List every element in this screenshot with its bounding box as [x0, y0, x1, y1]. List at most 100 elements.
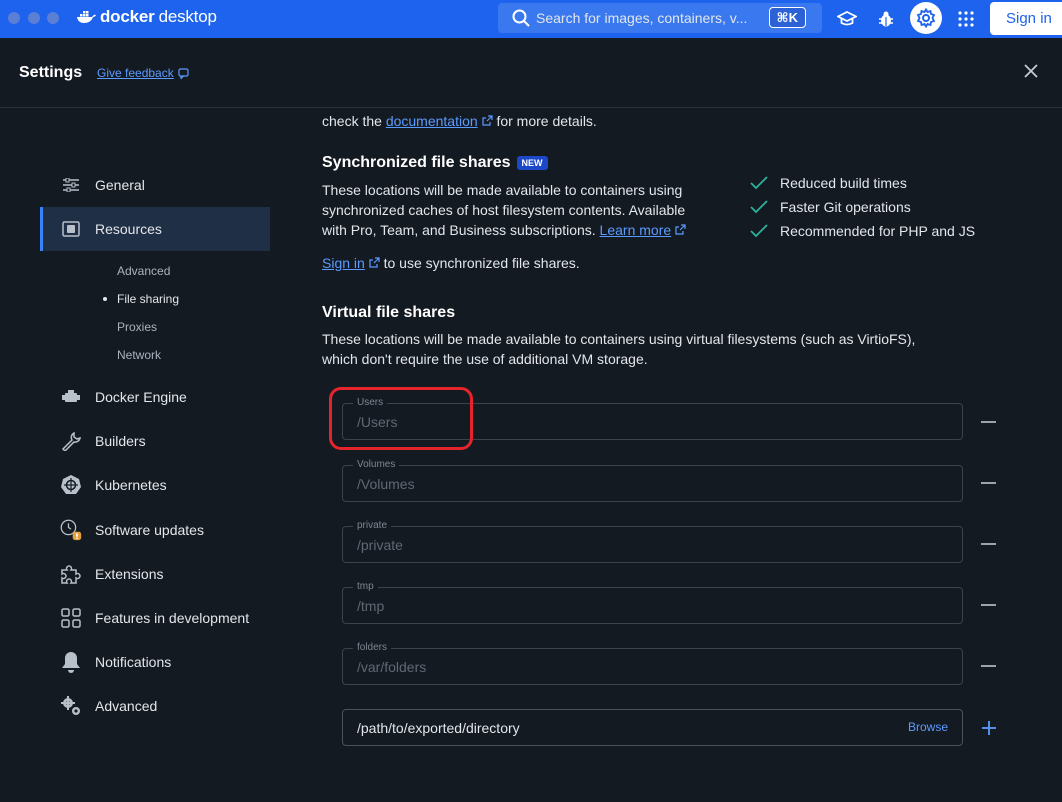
- search-bar[interactable]: Search for images, containers, v... ⌘K: [498, 3, 822, 33]
- sync-title: Synchronized file shares: [322, 154, 511, 171]
- share-label: tmp: [353, 581, 378, 592]
- bug-icon: [879, 11, 893, 27]
- title-bar: docker desktop Search for images, contain…: [0, 0, 1062, 38]
- sidebar-item-label: Software updates: [95, 522, 204, 538]
- remove-share-button[interactable]: [981, 543, 996, 545]
- sidebar-item-advanced[interactable]: Advanced: [40, 684, 270, 728]
- search-shortcut: ⌘K: [768, 7, 806, 28]
- active-indicator-dot: [103, 297, 107, 301]
- cogs-icon: [60, 695, 82, 717]
- intro-prefix: check the: [322, 113, 382, 129]
- external-link-icon: [481, 115, 493, 126]
- close-icon[interactable]: [1022, 62, 1040, 80]
- sidebar-item-label: Docker Engine: [95, 389, 187, 405]
- intro-text: check the documentation for more details…: [322, 111, 597, 131]
- sidebar-item-label: Builders: [95, 433, 146, 449]
- share-field-volumes[interactable]: Volumes /Volumes: [342, 459, 963, 502]
- sidebar-item-label: Advanced: [95, 698, 158, 714]
- sidebar-item-builders[interactable]: Builders: [40, 419, 270, 463]
- share-field-tmp[interactable]: tmp /tmp: [342, 581, 963, 624]
- kubernetes-icon: [60, 474, 82, 496]
- remove-share-button[interactable]: [981, 482, 996, 484]
- sign-in-suffix: to use synchronized file shares.: [383, 255, 580, 271]
- sign-in-button[interactable]: Sign in: [990, 2, 1062, 35]
- share-field-folders[interactable]: folders /var/folders: [342, 642, 963, 685]
- sidebar-item-label: General: [95, 177, 145, 193]
- share-field-private[interactable]: private /private: [342, 520, 963, 563]
- benefit-item: Faster Git operations: [750, 199, 911, 215]
- sidebar-item-extensions[interactable]: Extensions: [40, 552, 270, 596]
- bell-icon: [60, 651, 82, 673]
- grid-dots-icon: [958, 11, 974, 27]
- sidebar-item-general[interactable]: General: [40, 163, 270, 207]
- clock-icon: [60, 519, 82, 541]
- documentation-link[interactable]: documentation: [386, 113, 478, 129]
- share-label: private: [353, 520, 392, 531]
- share-label: Volumes: [353, 459, 400, 470]
- wrench-icon: [60, 430, 82, 452]
- resources-icon: [60, 218, 82, 240]
- sidebar-item-kubernetes[interactable]: Kubernetes: [40, 463, 270, 507]
- grid-icon: [60, 607, 82, 629]
- sync-desc-line: with Pro, Team, and Business subscriptio…: [322, 222, 596, 238]
- share-path: /Volumes: [357, 476, 415, 492]
- window-minimize-dot[interactable]: [28, 12, 40, 24]
- sign-in-link[interactable]: Sign in: [322, 255, 365, 271]
- sidebar-subitem-proxies[interactable]: Proxies: [117, 320, 157, 334]
- engine-icon: [60, 386, 82, 408]
- sidebar-item-docker-engine[interactable]: Docker Engine: [40, 375, 270, 419]
- sidebar-item-features-in-development[interactable]: Features in development: [40, 596, 270, 640]
- sidebar-item-label: Kubernetes: [95, 477, 167, 493]
- sync-desc-line: synchronized caches of host filesystem c…: [322, 202, 686, 218]
- share-label: folders: [353, 642, 392, 653]
- external-link-icon: [369, 257, 380, 268]
- sidebar-item-software-updates[interactable]: Software updates: [40, 508, 270, 552]
- apps-grid-button[interactable]: [951, 4, 981, 34]
- feedback-icon: [178, 67, 189, 79]
- brand-name: docker: [100, 7, 155, 26]
- window-close-dot[interactable]: [8, 12, 20, 24]
- add-share-icon[interactable]: [981, 720, 997, 736]
- feedback-label: Give feedback: [97, 66, 174, 80]
- give-feedback-link[interactable]: Give feedback: [97, 66, 189, 80]
- new-share-path-input[interactable]: /path/to/exported/directory Browse: [342, 709, 963, 746]
- docker-logo: docker desktop: [76, 7, 217, 27]
- remove-share-button[interactable]: [981, 604, 996, 606]
- remove-share-button[interactable]: [981, 665, 996, 667]
- settings-header: Settings Give feedback: [0, 38, 1062, 108]
- window-zoom-dot[interactable]: [47, 12, 59, 24]
- gear-icon: [916, 8, 936, 28]
- sync-signin-row: Sign in to use synchronized file shares.: [322, 253, 580, 273]
- puzzle-icon: [60, 563, 82, 585]
- search-icon: [512, 9, 530, 27]
- sync-desc-line: These locations will be made available t…: [322, 182, 683, 198]
- share-path: /tmp: [357, 598, 385, 614]
- troubleshoot-button[interactable]: [871, 4, 901, 34]
- external-link-icon: [675, 224, 686, 235]
- sidebar-subitem-file-sharing[interactable]: File sharing: [117, 292, 179, 306]
- new-share-path: /path/to/exported/directory: [357, 720, 520, 736]
- sidebar-subitem-advanced[interactable]: Advanced: [117, 264, 170, 278]
- share-path: /private: [357, 537, 403, 553]
- benefit-item: Reduced build times: [750, 175, 907, 191]
- sidebar-item-resources[interactable]: Resources: [40, 207, 270, 251]
- graduation-cap-icon: [837, 10, 857, 26]
- virtual-description: These locations will be made available t…: [322, 329, 1002, 369]
- learning-center-button[interactable]: [832, 4, 862, 34]
- sliders-icon: [60, 174, 82, 196]
- brand-suffix: desktop: [158, 7, 217, 26]
- remove-share-button[interactable]: [981, 421, 996, 423]
- benefit-label: Reduced build times: [780, 175, 907, 191]
- check-icon: [750, 200, 768, 214]
- benefit-item: Recommended for PHP and JS: [750, 223, 975, 239]
- whale-icon: [77, 11, 96, 23]
- check-icon: [750, 176, 768, 190]
- intro-suffix: for more details.: [496, 113, 597, 129]
- virtual-title: Virtual file shares: [322, 304, 456, 321]
- sidebar-item-label: Resources: [95, 221, 162, 237]
- settings-button[interactable]: [910, 2, 942, 34]
- sidebar-subitem-network[interactable]: Network: [117, 348, 161, 362]
- learn-more-link[interactable]: Learn more: [600, 222, 672, 238]
- sidebar-item-notifications[interactable]: Notifications: [40, 640, 270, 684]
- browse-button[interactable]: Browse: [908, 720, 948, 734]
